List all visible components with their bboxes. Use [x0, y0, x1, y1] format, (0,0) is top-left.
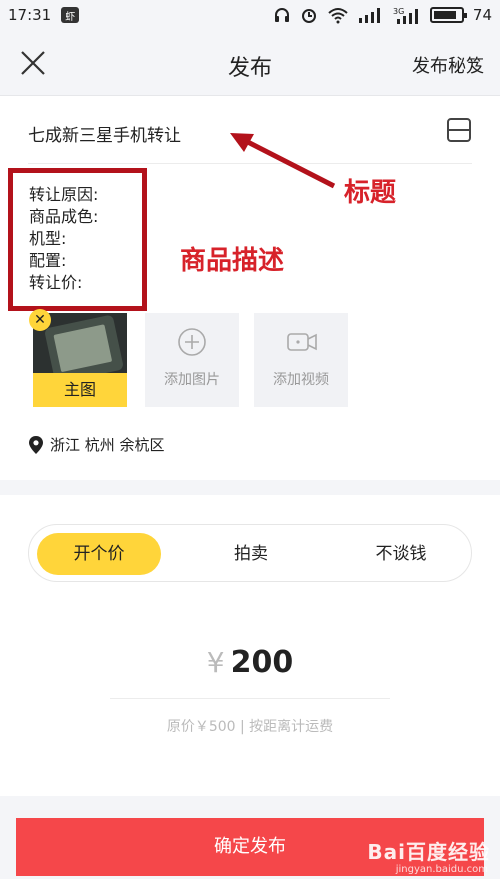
signal-icon	[358, 8, 380, 23]
pricing-mode-auction[interactable]: 拍卖	[189, 533, 313, 575]
pricing-mode-free[interactable]: 不谈钱	[339, 533, 463, 575]
location-row[interactable]: 浙江 杭州 余杭区	[28, 434, 165, 455]
listing-description-input[interactable]: 转让原因: 商品成色: 机型: 配置: 转让价:	[29, 184, 98, 294]
publish-tips-link[interactable]: 发布秘笈	[412, 52, 484, 78]
wifi-icon	[328, 8, 348, 24]
description-line: 商品成色:	[29, 207, 99, 226]
price-value: 200	[230, 645, 294, 680]
annotation-arrow-icon	[230, 133, 336, 189]
price-subtext[interactable]: 原价￥500 | 按距离计运费	[0, 716, 500, 736]
description-line: 配置:	[29, 251, 67, 270]
description-line: 转让价:	[29, 273, 83, 292]
annotation-description-label: 商品描述	[180, 246, 285, 276]
location-text: 浙江 杭州 余杭区	[50, 436, 165, 454]
signal-3g-icon: 3G	[393, 7, 418, 24]
status-bar: 17:31 虾 3G 74	[0, 0, 500, 30]
add-photo-label: 添加图片	[164, 372, 220, 388]
watermark-url: jingyan.baidu.com	[395, 864, 488, 875]
price-input[interactable]: ¥200	[0, 645, 500, 680]
scan-icon[interactable]	[446, 117, 472, 143]
section-divider	[0, 480, 500, 495]
add-photo-button[interactable]: 添加图片	[145, 313, 239, 407]
battery-icon	[429, 7, 467, 23]
app-notification-icon: 虾	[61, 7, 80, 23]
price-currency: ¥	[206, 646, 225, 679]
price-divider	[110, 698, 390, 699]
location-pin-icon	[29, 435, 43, 454]
add-video-label: 添加视频	[273, 372, 329, 388]
status-time: 17:31	[8, 6, 52, 24]
svg-text:3G: 3G	[393, 7, 404, 16]
remove-photo-icon[interactable]: ✕	[29, 309, 51, 331]
pricing-mode-fixed[interactable]: 开个价	[37, 533, 161, 575]
annotation-title-label: 标题	[344, 178, 397, 208]
headphones-icon	[274, 8, 289, 22]
status-icons: 3G 74	[273, 6, 492, 24]
plus-circle-icon	[178, 328, 206, 356]
pricing-mode-selector: 开个价 拍卖 不谈钱	[28, 524, 472, 582]
description-line: 转让原因:	[29, 185, 99, 204]
battery-level: 74	[472, 6, 492, 24]
add-video-button[interactable]: 添加视频	[254, 313, 348, 407]
description-line: 机型:	[29, 229, 67, 248]
nav-bar: 发布 发布秘笈	[0, 30, 500, 96]
video-camera-icon	[287, 333, 317, 351]
main-photo-label: 主图	[33, 373, 127, 407]
alarm-icon	[301, 9, 316, 23]
watermark-logo: Bai百度经验	[367, 840, 490, 864]
listing-title-input[interactable]: 七成新三星手机转让	[28, 121, 181, 146]
